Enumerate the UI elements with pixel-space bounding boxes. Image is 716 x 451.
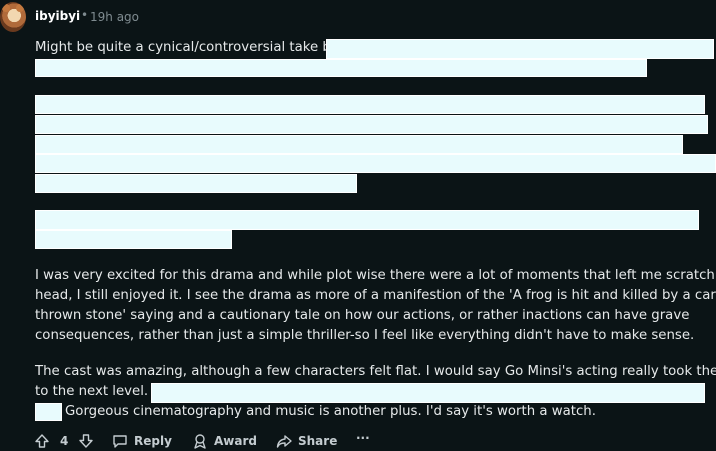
separator-dot: • [81, 8, 89, 22]
more-options-button[interactable]: ··· [356, 431, 370, 445]
comment-text-line: I was very excited for this drama and wh… [35, 268, 716, 283]
share-button[interactable]: Share [276, 433, 337, 449]
comment-bubble-icon [112, 433, 128, 449]
comment-text-line: to the next level. T [35, 384, 161, 399]
upvote-icon[interactable] [34, 433, 50, 449]
comment-card: ibyibyi • 19h ago Might be quite a cynic… [0, 0, 716, 451]
award-button[interactable]: Award [192, 433, 257, 449]
downvote-icon[interactable] [78, 433, 94, 449]
spoiler-redaction[interactable] [326, 39, 714, 59]
vote-group: 4 [34, 433, 94, 449]
comment-text-line: The cast was amazing, although a few cha… [35, 364, 716, 379]
award-label: Award [214, 434, 257, 448]
timestamp[interactable]: 19h ago [90, 10, 139, 24]
vote-count: 4 [60, 434, 69, 448]
comment-text-line: Might be quite a cynical/controversial t… [35, 40, 345, 55]
spoiler-redaction[interactable] [35, 115, 708, 134]
reply-button[interactable]: Reply [112, 433, 172, 449]
spoiler-redaction[interactable] [35, 154, 716, 173]
comment-text-line: consequences, rather than just a simple … [35, 328, 695, 343]
spoiler-redaction[interactable] [35, 59, 647, 77]
spoiler-redaction[interactable] [35, 95, 705, 114]
share-icon [276, 433, 292, 449]
username[interactable]: ibyibyi [35, 9, 80, 23]
spoiler-redaction[interactable] [35, 403, 62, 421]
spoiler-redaction[interactable] [35, 230, 232, 249]
more-options-icon: ··· [356, 431, 370, 445]
comment-text-line: head, I still enjoyed it. I see the dram… [35, 288, 716, 303]
spoiler-redaction[interactable] [151, 383, 705, 403]
comment-header: ibyibyi • 19h ago [0, 0, 716, 34]
comment-text-line: thrown stone' saying and a cautionary ta… [35, 308, 690, 323]
comment-actions: 4 Reply Award Share ··· [34, 431, 714, 451]
comment-text-line: Gorgeous cinematography and music is ano… [65, 404, 596, 419]
reply-label: Reply [134, 434, 172, 448]
award-icon [192, 433, 208, 449]
spoiler-redaction[interactable] [35, 135, 683, 154]
spoiler-redaction[interactable] [35, 174, 357, 193]
share-label: Share [298, 434, 338, 448]
spoiler-redaction[interactable] [35, 210, 699, 230]
avatar[interactable] [0, 2, 26, 32]
